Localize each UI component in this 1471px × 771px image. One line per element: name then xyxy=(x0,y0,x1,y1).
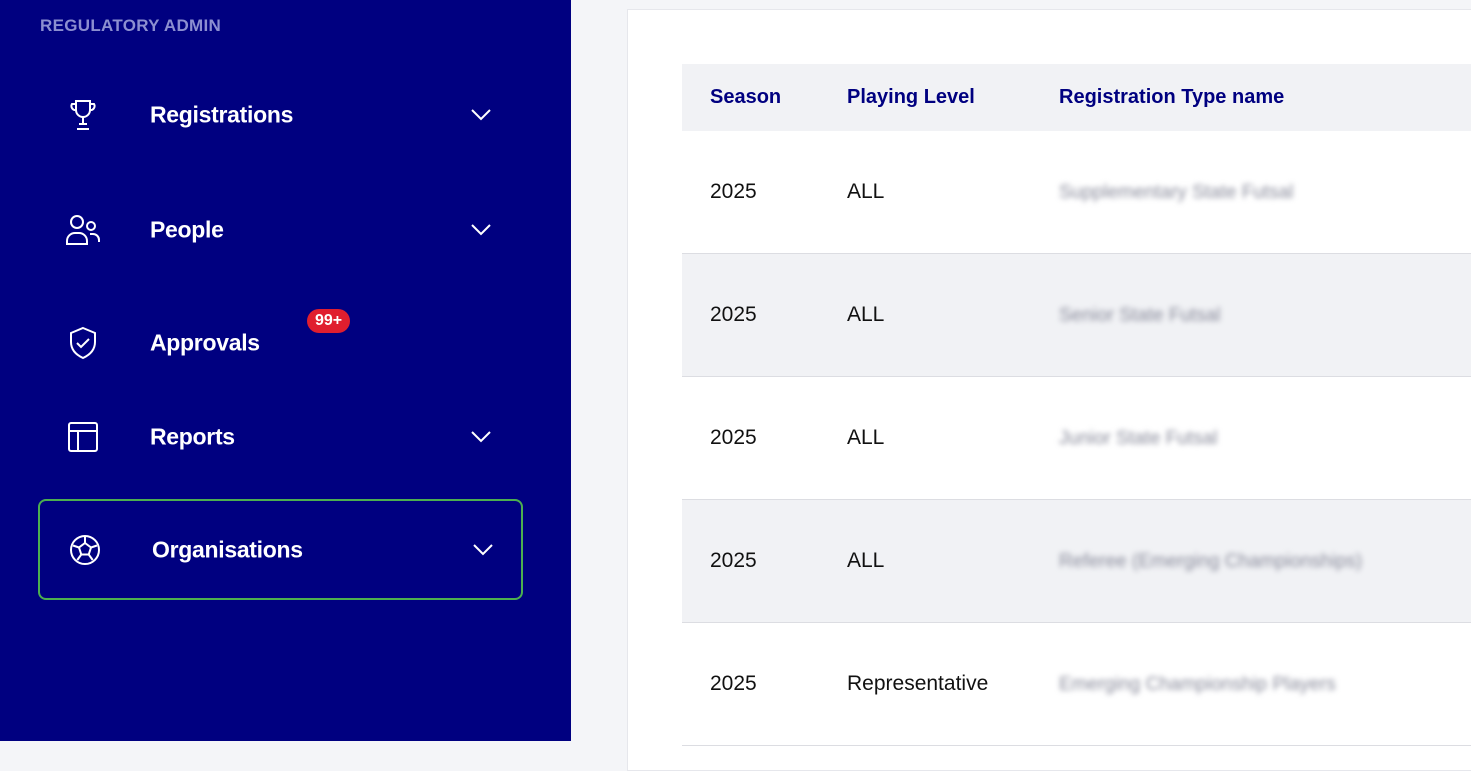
cell-season: 2025 xyxy=(682,376,847,500)
layout-icon xyxy=(66,420,100,454)
registration-type-text: Referee (Emerging Championships) xyxy=(1059,551,1363,572)
trophy-icon xyxy=(66,98,100,132)
table-row[interactable]: 2025 ALL Supplementary State Futsal xyxy=(682,131,1471,254)
sidebar-item-organisations[interactable]: Organisations xyxy=(38,499,523,600)
chevron-down-icon[interactable] xyxy=(469,425,493,449)
cell-registration-type: Referee (Emerging Championships) xyxy=(1059,499,1471,623)
sidebar-item-label: Registrations xyxy=(150,101,294,127)
table-row[interactable]: 2025 ALL Referee (Emerging Championships… xyxy=(682,499,1471,623)
chevron-down-icon[interactable] xyxy=(469,218,493,242)
people-icon xyxy=(66,213,100,247)
sidebar-item-registrations[interactable]: Registrations xyxy=(38,64,523,165)
cell-playing-level: ALL xyxy=(847,499,1059,623)
table-header-row: Season Playing Level Registration Type n… xyxy=(682,64,1471,131)
sidebar-item-label: People xyxy=(150,216,224,242)
column-header-registration-type[interactable]: Registration Type name xyxy=(1059,64,1471,131)
cell-registration-type: Senior State Futsal xyxy=(1059,253,1471,377)
sidebar: REGULATORY ADMIN Registrations People Ap… xyxy=(0,0,571,741)
cell-registration-type: Supplementary State Futsal xyxy=(1059,131,1471,254)
table-row[interactable]: 2025 Representative Emerging Championshi… xyxy=(682,622,1471,746)
cell-registration-type: Emerging Championship Players xyxy=(1059,622,1471,746)
table-row[interactable]: 2025 ALL Senior State Futsal xyxy=(682,253,1471,377)
cell-season: 2025 xyxy=(682,622,847,746)
sidebar-item-approvals[interactable]: Approvals 99+ xyxy=(38,292,523,393)
shield-check-icon xyxy=(66,326,100,360)
cell-season: 2025 xyxy=(682,131,847,254)
chevron-down-icon[interactable] xyxy=(469,103,493,127)
cell-playing-level: ALL xyxy=(847,131,1059,254)
sidebar-item-people[interactable]: People xyxy=(38,179,523,280)
sidebar-item-reports[interactable]: Reports xyxy=(38,386,523,487)
sidebar-section-title: REGULATORY ADMIN xyxy=(40,16,222,35)
cell-registration-type: Junior State Futsal xyxy=(1059,376,1471,500)
sidebar-item-label: Reports xyxy=(150,423,235,449)
cell-playing-level: ALL xyxy=(847,376,1059,500)
registrations-table: Season Playing Level Registration Type n… xyxy=(682,64,1471,746)
registration-type-text: Senior State Futsal xyxy=(1059,305,1221,326)
cell-playing-level: Representative xyxy=(847,622,1059,746)
sidebar-item-label: Approvals xyxy=(150,329,260,355)
registration-type-text: Supplementary State Futsal xyxy=(1059,182,1294,203)
chevron-down-icon[interactable] xyxy=(471,538,495,562)
cell-season: 2025 xyxy=(682,499,847,623)
cell-season: 2025 xyxy=(682,253,847,377)
column-header-season[interactable]: Season xyxy=(682,64,847,131)
registration-type-text: Emerging Championship Players xyxy=(1059,674,1336,695)
soccer-ball-icon xyxy=(68,533,102,567)
notification-badge: 99+ xyxy=(307,309,351,333)
column-header-playing-level[interactable]: Playing Level xyxy=(847,64,1059,131)
registration-type-text: Junior State Futsal xyxy=(1059,428,1218,449)
cell-playing-level: ALL xyxy=(847,253,1059,377)
table-row[interactable]: 2025 ALL Junior State Futsal xyxy=(682,376,1471,500)
sidebar-item-label: Organisations xyxy=(152,536,303,562)
